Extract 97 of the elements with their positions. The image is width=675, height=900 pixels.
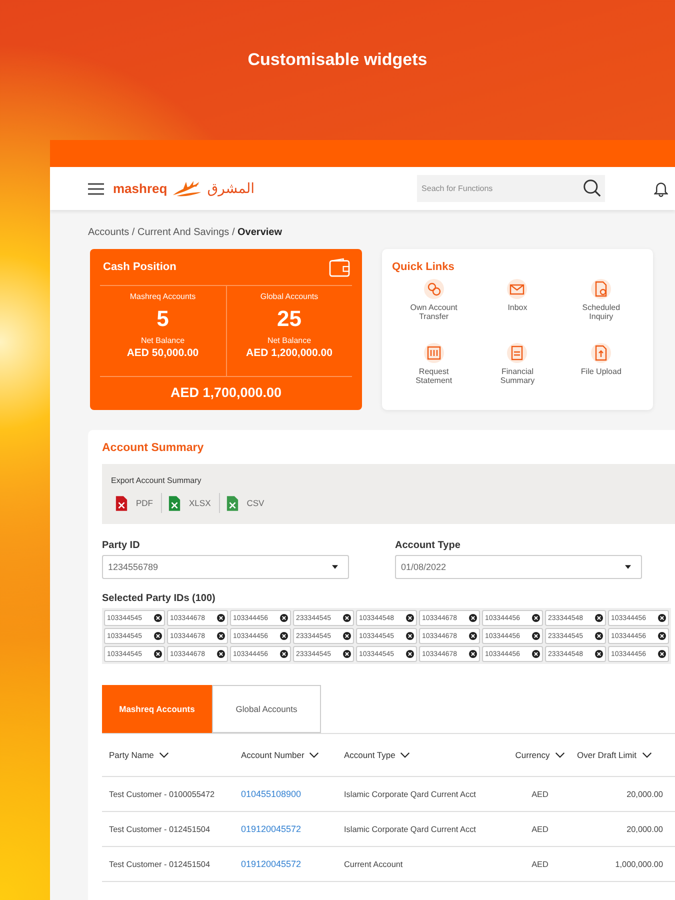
table-cell: Current Account bbox=[344, 860, 403, 868]
remove-icon[interactable] bbox=[406, 614, 414, 622]
column-header[interactable]: Account Type bbox=[344, 750, 410, 760]
remove-icon[interactable] bbox=[595, 650, 603, 658]
pdf-file-icon bbox=[115, 494, 128, 512]
quick-link[interactable]: Own Account Transfer bbox=[392, 279, 476, 335]
caret-icon bbox=[332, 565, 338, 569]
remove-icon[interactable] bbox=[343, 632, 351, 640]
table-cell: 20,000.00 bbox=[626, 790, 663, 798]
account-number-link[interactable]: 019120045572 bbox=[241, 859, 302, 869]
remove-icon[interactable] bbox=[532, 614, 540, 622]
logo-text: mashreq bbox=[113, 181, 168, 196]
search-field[interactable]: Seach for Functions bbox=[416, 175, 605, 202]
wallet-icon bbox=[329, 258, 350, 276]
chevron-icon bbox=[400, 752, 410, 758]
balance-amount: AED 1,200,000.00 bbox=[246, 347, 332, 359]
remove-icon[interactable] bbox=[658, 632, 666, 640]
csv-file-icon bbox=[226, 494, 239, 512]
column-header[interactable]: Over Draft Limit bbox=[577, 750, 652, 760]
balance-label: Net Balance bbox=[140, 336, 185, 345]
account-number-link[interactable]: 010455108900 bbox=[241, 789, 302, 799]
remove-icon[interactable] bbox=[532, 632, 540, 640]
table-cell: AED bbox=[532, 860, 548, 868]
remove-icon[interactable] bbox=[532, 650, 540, 658]
remove-icon[interactable] bbox=[154, 614, 162, 622]
quick-link[interactable]: Scheduled Inquiry bbox=[559, 279, 643, 335]
bell-icon[interactable] bbox=[654, 180, 668, 197]
total-balance: AED 1,700,000.00 bbox=[170, 385, 282, 400]
chevron-icon bbox=[642, 752, 652, 758]
field-label: Selected Party IDs (100) bbox=[102, 593, 216, 604]
card-title: Quick Links bbox=[392, 261, 456, 273]
logo-text: المشرق bbox=[207, 180, 255, 196]
remove-icon[interactable] bbox=[469, 632, 477, 640]
tab[interactable]: Global Accounts bbox=[212, 685, 321, 733]
quick-link[interactable]: Financial Summary bbox=[476, 343, 560, 399]
section-title: Account Summary bbox=[102, 442, 205, 454]
menu-icon[interactable] bbox=[88, 182, 104, 194]
table-cell: AED bbox=[532, 790, 548, 798]
quick-link[interactable]: Inbox bbox=[476, 279, 560, 335]
remove-icon[interactable] bbox=[217, 614, 225, 622]
chevron-icon bbox=[309, 752, 320, 758]
table-cell: 20,000.00 bbox=[626, 824, 663, 834]
remove-icon[interactable] bbox=[469, 614, 477, 622]
headline: Customisable widgets bbox=[246, 49, 428, 71]
remove-icon[interactable] bbox=[154, 632, 162, 640]
envelope-icon bbox=[507, 279, 528, 299]
table-cell: Test Customer - 012451504 bbox=[109, 824, 210, 834]
remove-icon[interactable] bbox=[406, 650, 414, 658]
remove-icon[interactable] bbox=[469, 650, 477, 658]
chevron-icon bbox=[554, 752, 565, 758]
remove-icon[interactable] bbox=[217, 650, 225, 658]
excel-file-icon bbox=[168, 494, 181, 512]
remove-icon[interactable] bbox=[658, 650, 666, 658]
export-button[interactable]: PDF bbox=[111, 494, 161, 512]
card-title: Cash Position bbox=[103, 261, 176, 273]
balance-label: Net Balance bbox=[267, 336, 312, 345]
account-number-link[interactable]: 019120045572 bbox=[241, 824, 302, 834]
table-cell: Islamic Corporate Qard Current Acct bbox=[344, 790, 476, 798]
file-upload-icon bbox=[591, 343, 612, 363]
remove-icon[interactable] bbox=[280, 632, 288, 640]
remove-icon[interactable] bbox=[343, 614, 351, 622]
caret-icon bbox=[625, 565, 631, 569]
remove-icon[interactable] bbox=[280, 614, 288, 622]
dropdown-field[interactable]: 1234556789 bbox=[102, 555, 349, 579]
remove-icon[interactable] bbox=[217, 632, 225, 640]
column-header[interactable]: Account Number bbox=[241, 750, 320, 760]
remove-icon[interactable] bbox=[595, 632, 603, 640]
remove-icon[interactable] bbox=[658, 614, 666, 622]
table-cell: Test Customer - 012451504 bbox=[109, 860, 210, 868]
account-label: Global Accounts bbox=[260, 292, 318, 301]
remove-icon[interactable] bbox=[280, 650, 288, 658]
document-icon bbox=[591, 279, 612, 299]
table-cell: 1,000,000.00 bbox=[615, 860, 663, 868]
quick-link[interactable]: File Upload bbox=[559, 343, 643, 399]
chevron-icon bbox=[158, 752, 169, 758]
remove-icon[interactable] bbox=[343, 650, 351, 658]
column-header[interactable]: Currency bbox=[515, 750, 565, 760]
export-button[interactable]: XLSX bbox=[164, 494, 219, 512]
remove-icon[interactable] bbox=[595, 614, 603, 622]
column-header[interactable]: Party Name bbox=[109, 750, 169, 760]
field-label: Party ID bbox=[102, 540, 141, 551]
quick-link[interactable]: Request Statement bbox=[392, 343, 476, 399]
table-cell: Test Customer - 0100055472 bbox=[109, 790, 215, 798]
table-cell: AED bbox=[532, 824, 548, 834]
search-icon[interactable] bbox=[582, 179, 601, 197]
remove-icon[interactable] bbox=[154, 650, 162, 658]
account-label: Mashreq Accounts bbox=[130, 292, 196, 301]
account-count: 25 bbox=[277, 306, 302, 332]
remove-icon[interactable] bbox=[406, 632, 414, 640]
table-cell: Islamic Corporate Qard Current Acct bbox=[344, 824, 476, 834]
breadcrumb: Accounts / Current And Savings / Overview bbox=[88, 227, 284, 239]
export-button[interactable]: CSV bbox=[222, 494, 272, 512]
field-label: Account Type bbox=[395, 540, 462, 551]
dropdown-field[interactable]: 01/08/2022 bbox=[395, 555, 642, 579]
export-label: Export Account Summary bbox=[111, 476, 202, 485]
account-count: 5 bbox=[156, 306, 169, 332]
balance-amount: AED 50,000.00 bbox=[126, 347, 199, 359]
